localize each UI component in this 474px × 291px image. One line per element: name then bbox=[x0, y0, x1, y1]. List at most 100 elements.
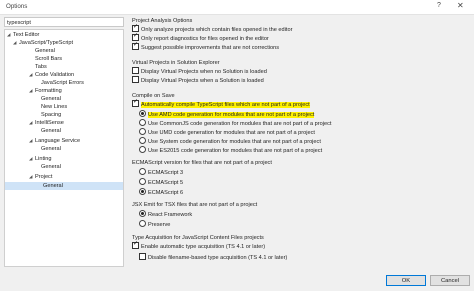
checkbox[interactable] bbox=[139, 253, 146, 260]
tree-item-label: JavaScript/TypeScript bbox=[19, 40, 74, 46]
settings-panel: Project Analysis Options Only analyze pr… bbox=[131, 14, 471, 270]
ok-button[interactable]: OK bbox=[386, 275, 426, 286]
option-label: Use ES2015 code generation for modules t… bbox=[148, 148, 323, 154]
tree-item-scroll-bars[interactable]: Scroll Bars bbox=[35, 55, 62, 63]
radio-button[interactable] bbox=[139, 128, 146, 135]
radio-button[interactable] bbox=[139, 168, 146, 175]
title-bar: Options ? ✕ bbox=[0, 0, 474, 15]
option-suggest-improvements[interactable]: Suggest possible improvements that are n… bbox=[132, 41, 280, 51]
tree-item-label: Scroll Bars bbox=[35, 56, 63, 62]
option-label: Display Virtual Projects when no Solutio… bbox=[141, 69, 267, 75]
radio-button[interactable] bbox=[139, 119, 146, 126]
tree-item-project[interactable]: ◢ Project bbox=[29, 173, 52, 181]
option-virtual-solution-loaded[interactable]: Display Virtual Projects when a Solution… bbox=[132, 76, 264, 84]
radio-button[interactable] bbox=[139, 137, 146, 144]
tree-item-label: Linting bbox=[35, 156, 52, 162]
tree-item-text-editor[interactable]: ◢ Text Editor bbox=[7, 31, 39, 39]
tree-item-tabs[interactable]: Tabs bbox=[35, 63, 47, 71]
tree-item-intellisense[interactable]: ◢ IntelliSense bbox=[29, 119, 64, 127]
tree-item-label: General bbox=[41, 146, 61, 152]
option-label: ECMAScript 3 bbox=[148, 170, 184, 176]
options-tree: ◢ Text Editor ◢ JavaScript/TypeScript Gene… bbox=[4, 29, 124, 267]
tree-item-formatting-general[interactable]: General bbox=[41, 95, 61, 103]
tree-item-label: General bbox=[35, 48, 55, 54]
radio-button[interactable] bbox=[139, 188, 146, 195]
tree-item-linting[interactable]: ◢ Linting bbox=[29, 155, 51, 163]
radio-button[interactable] bbox=[139, 210, 146, 217]
option-label: ECMAScript 6 bbox=[148, 190, 184, 196]
tree-item-javascript-errors[interactable]: JavaScript Errors bbox=[41, 79, 84, 87]
section-header-jsx: JSX Emit for TSX files that are not part… bbox=[132, 202, 258, 208]
option-label: Display Virtual Projects when a Solution… bbox=[141, 78, 264, 84]
option-label: Enable automatic type acquisition (TS 4.… bbox=[141, 244, 266, 250]
checkbox[interactable] bbox=[132, 67, 139, 74]
tree-item-code-validation[interactable]: ◢ Code Validation bbox=[29, 71, 74, 79]
tree-item-spacing[interactable]: Spacing bbox=[41, 111, 61, 119]
radio-button[interactable] bbox=[139, 110, 146, 117]
tree-item-label: Formatting bbox=[35, 88, 62, 94]
checkbox[interactable] bbox=[132, 76, 139, 83]
tree-item-general[interactable]: General bbox=[35, 47, 55, 55]
section-header-ecmascript: ECMAScript version for files that are no… bbox=[132, 160, 272, 166]
tree-item-new-lines[interactable]: New Lines bbox=[41, 103, 67, 111]
checkbox[interactable] bbox=[132, 32, 139, 41]
radio-ecmascript-3[interactable]: ECMAScript 3 bbox=[139, 168, 183, 176]
tree-item-label: Text Editor bbox=[13, 32, 40, 38]
option-label: Automatically compile TypeScript files w… bbox=[141, 102, 310, 108]
option-disable-filename-acquisition[interactable]: Disable filename-based type acquisition … bbox=[139, 253, 287, 261]
option-label: Use UMD code generation for modules that… bbox=[148, 130, 315, 136]
option-label: Only report diagnostics for files opened… bbox=[141, 36, 269, 42]
tree-item-label: Language Service bbox=[35, 138, 81, 144]
radio-ecmascript-5[interactable]: ECMAScript 5 bbox=[139, 178, 183, 186]
option-report-open-files[interactable]: Only report diagnostics for files opened… bbox=[132, 32, 269, 42]
tree-item-linting-general[interactable]: General bbox=[41, 163, 61, 171]
radio-button[interactable] bbox=[139, 146, 146, 153]
option-auto-compile[interactable]: Automatically compile TypeScript files w… bbox=[132, 98, 310, 108]
tree-item-label: General bbox=[41, 96, 61, 102]
tree-item-project-general[interactable]: General bbox=[5, 182, 123, 190]
radio-commonjs[interactable]: Use CommonJS code generation for modules… bbox=[139, 119, 331, 127]
section-header-project-analysis: Project Analysis Options bbox=[132, 18, 193, 24]
radio-button[interactable] bbox=[139, 178, 146, 185]
radio-es2015[interactable]: Use ES2015 code generation for modules t… bbox=[139, 146, 322, 154]
radio-umd[interactable]: Use UMD code generation for modules that… bbox=[139, 128, 315, 136]
tree-item-language-service-general[interactable]: General bbox=[41, 145, 61, 153]
window-title: Options bbox=[6, 3, 28, 10]
option-auto-type-acquisition[interactable]: Enable automatic type acquisition (TS 4.… bbox=[132, 240, 266, 250]
help-icon[interactable]: ? bbox=[437, 2, 441, 9]
radio-system[interactable]: Use System code generation for modules t… bbox=[139, 137, 321, 145]
tree-item-label: General bbox=[41, 128, 61, 134]
option-label: React Framework bbox=[148, 212, 193, 218]
tree-item-javascript-typescript[interactable]: ◢ JavaScript/TypeScript bbox=[13, 39, 73, 47]
option-virtual-no-solution[interactable]: Display Virtual Projects when no Solutio… bbox=[132, 67, 267, 75]
tree-item-language-service[interactable]: ◢ Language Service bbox=[29, 137, 80, 145]
checkbox[interactable] bbox=[132, 41, 139, 50]
option-label: Only analyze projects which contain file… bbox=[141, 27, 293, 33]
tree-item-label: Spacing bbox=[41, 112, 62, 118]
checkbox[interactable] bbox=[132, 98, 139, 107]
option-label: Suggest possible improvements that are n… bbox=[141, 45, 280, 51]
option-label: Preserve bbox=[148, 222, 171, 228]
section-header-type-acquisition: Type Acquisition for JavaScript Content … bbox=[132, 235, 264, 241]
checkbox[interactable] bbox=[132, 23, 139, 32]
section-header-virtual-projects: Virtual Projects in Solution Explorer bbox=[132, 60, 220, 66]
option-label: Use CommonJS code generation for modules… bbox=[148, 121, 332, 127]
radio-preserve[interactable]: Preserve bbox=[139, 220, 170, 228]
dialog-footer: OK Cancel bbox=[0, 270, 474, 291]
tree-item-intellisense-general[interactable]: General bbox=[41, 127, 61, 135]
tree-item-label: IntelliSense bbox=[35, 120, 64, 126]
option-analyze-open-projects[interactable]: Only analyze projects which contain file… bbox=[132, 23, 293, 33]
radio-amd[interactable]: Use AMD code generation for modules that… bbox=[139, 110, 315, 118]
radio-button[interactable] bbox=[139, 220, 146, 227]
close-icon[interactable]: ✕ bbox=[457, 1, 464, 10]
checkbox[interactable] bbox=[132, 240, 139, 249]
option-label: Use AMD code generation for modules that… bbox=[148, 112, 315, 118]
section-header-compile-on-save: Compile on Save bbox=[132, 93, 175, 99]
tree-item-label: General bbox=[41, 164, 61, 170]
tree-item-formatting[interactable]: ◢ Formatting bbox=[29, 87, 62, 95]
search-input[interactable]: typescript bbox=[4, 17, 124, 27]
radio-react[interactable]: React Framework bbox=[139, 210, 192, 218]
radio-ecmascript-6[interactable]: ECMAScript 6 bbox=[139, 188, 183, 196]
cancel-button[interactable]: Cancel bbox=[430, 275, 470, 286]
tree-item-label: General bbox=[43, 183, 63, 189]
